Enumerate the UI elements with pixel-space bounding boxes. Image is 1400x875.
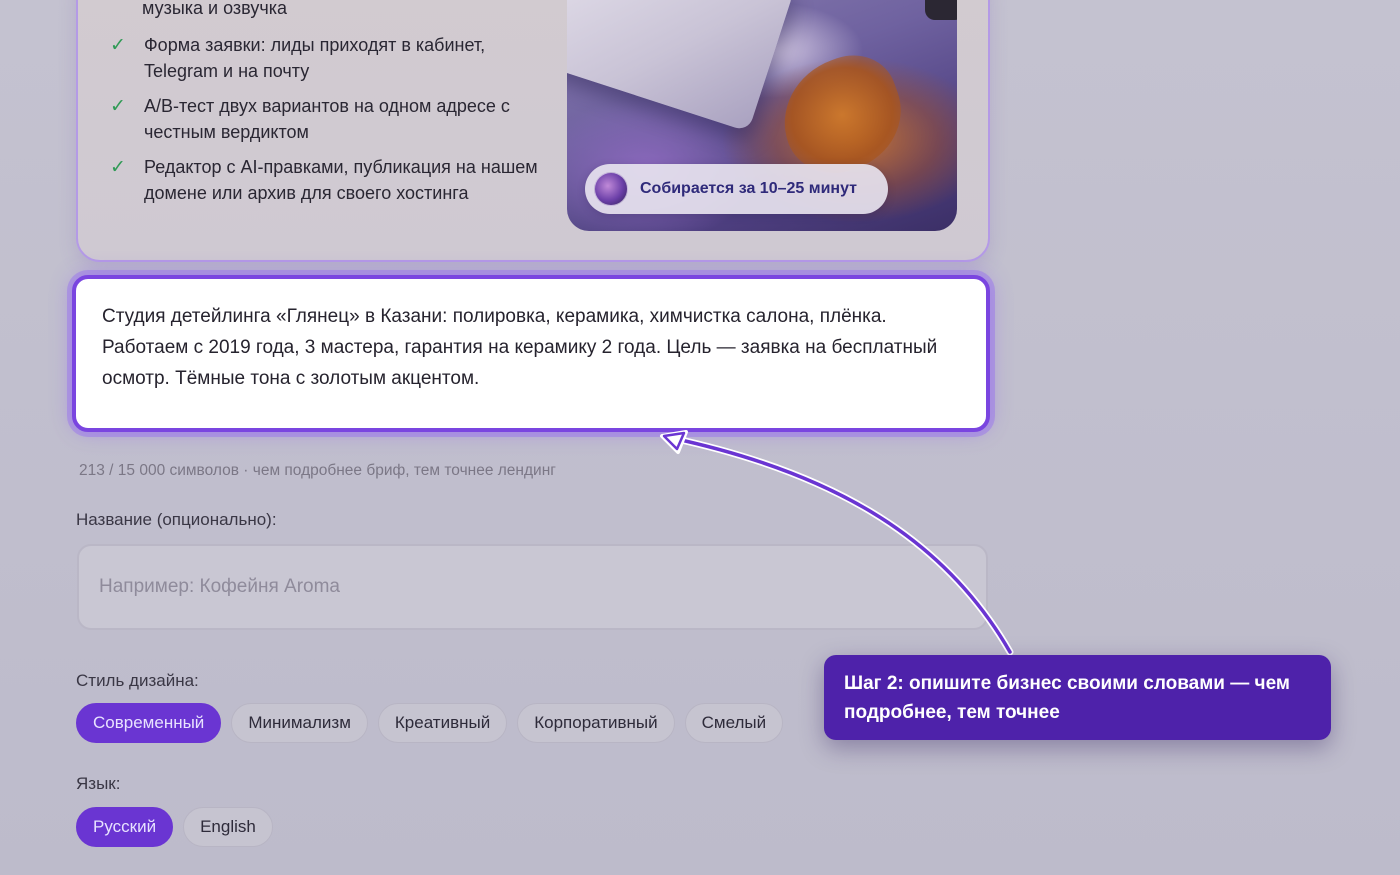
check-icon: ✓ — [110, 96, 126, 117]
style-chip-modern[interactable]: Современный — [76, 703, 222, 743]
feature-text: A/B-тест двух вариантов на одном адресе … — [144, 96, 510, 142]
feature-text: Редактор с AI-правками, публикация на на… — [144, 157, 538, 203]
feature-partial-line: музыка и озвучка — [142, 0, 287, 18]
language-label: Язык: — [76, 774, 121, 793]
name-field-label: Название (опционально): — [76, 510, 277, 529]
character-counter: 213 / 15 000 символов · чем подробнее бр… — [79, 462, 556, 479]
check-icon: ✓ — [110, 35, 126, 56]
style-chip-minimalism[interactable]: Минимализм — [231, 703, 368, 743]
language-chip-english[interactable]: English — [183, 807, 273, 847]
badge-text: Собирается за 10–25 минут — [640, 180, 857, 197]
language-chip-russian[interactable]: Русский — [76, 807, 174, 847]
build-time-badge: Собирается за 10–25 минут — [585, 164, 888, 214]
check-icon: ✓ — [110, 157, 126, 178]
onboarding-tooltip: Шаг 2: опишите бизнес своими словами — ч… — [824, 655, 1331, 740]
style-chip-corporate[interactable]: Корпоративный — [517, 703, 675, 743]
brief-textarea[interactable]: Студия детейлинга «Глянец» в Казани: пол… — [72, 275, 990, 432]
laptop-illustration — [567, 0, 795, 132]
style-label: Стиль дизайна: — [76, 671, 199, 690]
style-chip-creative[interactable]: Креативный — [377, 703, 508, 743]
language-options: Русский English — [76, 807, 273, 847]
style-options: Современный Минимализм Креативный Корпор… — [76, 703, 784, 743]
brief-text[interactable]: Студия детейлинга «Глянец» в Казани: пол… — [102, 301, 970, 394]
feature-item: ✓ Редактор с AI-правками, публикация на … — [108, 155, 538, 206]
name-input[interactable] — [77, 544, 988, 630]
feature-item: ✓ Форма заявки: лиды приходят в кабинет,… — [108, 33, 538, 84]
feature-item: ✓ A/B-тест двух вариантов на одном адрес… — [108, 94, 538, 145]
style-chip-bold[interactable]: Смелый — [684, 703, 784, 743]
phone-illustration — [925, 0, 957, 20]
feature-text: Форма заявки: лиды приходят в кабинет, T… — [144, 35, 486, 81]
tooltip-text: Шаг 2: опишите бизнес своими словами — ч… — [844, 673, 1290, 723]
badge-avatar-icon — [594, 172, 628, 206]
